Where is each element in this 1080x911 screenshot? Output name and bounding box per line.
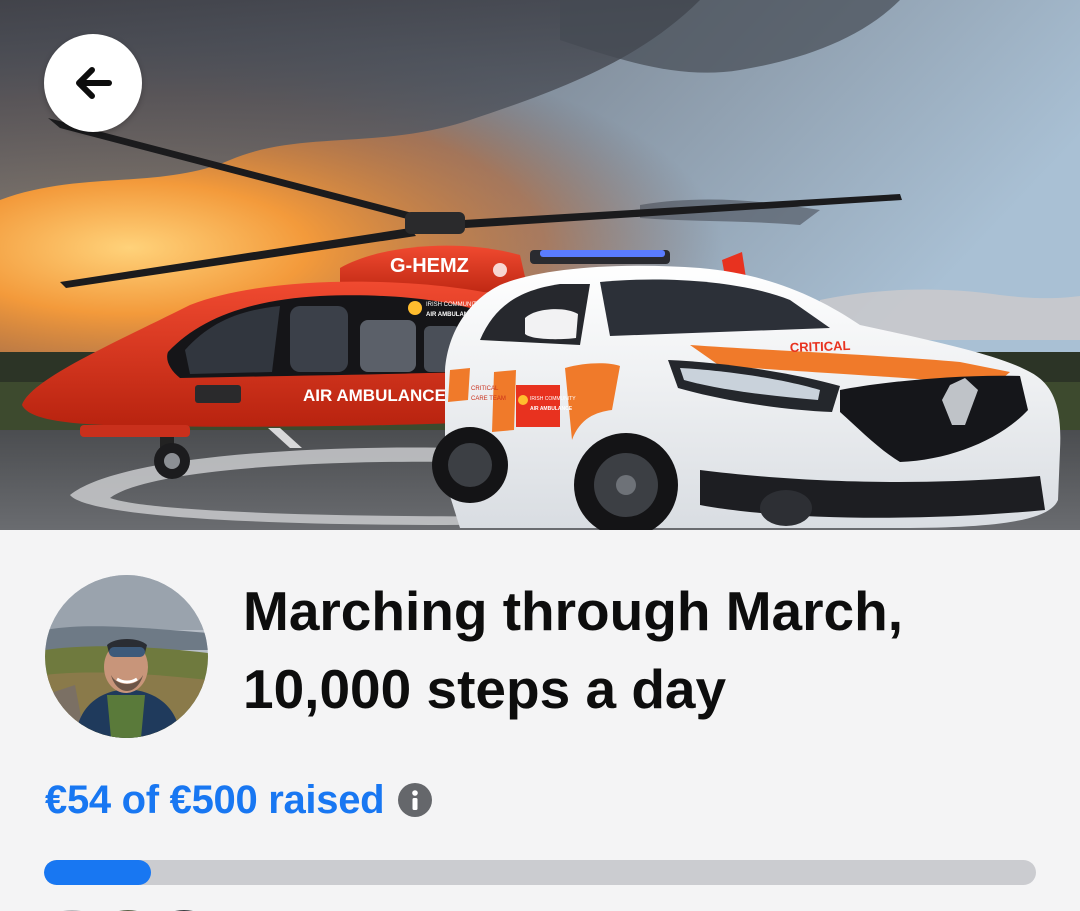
cover-photo: G-HEMZ IRISH COMMUNITY AIR AMBULANCE AIR… (0, 0, 1080, 530)
organiser-avatar[interactable] (45, 575, 208, 738)
car-bonnet-text: CRITICAL (790, 338, 851, 355)
car-badge-line1: IRISH COMMUNITY (530, 396, 576, 402)
info-icon[interactable] (398, 783, 433, 817)
car-door-line1: CRITICAL (471, 386, 499, 392)
fundraising-progress-bar (44, 860, 1036, 885)
donor-avatars (63, 910, 193, 911)
fundraising-progress-fill (44, 860, 152, 885)
back-button[interactable] (44, 34, 142, 132)
helicopter-side-text: AIR AMBULANCE (303, 386, 446, 405)
arrow-left-icon (76, 67, 112, 99)
car-door-line2: CARE TEAM (471, 396, 506, 402)
raised-amount-text: €54 of €500 raised (45, 777, 385, 822)
fundraiser-title: Marching through March, 10,000 steps a d… (243, 580, 903, 720)
car-badge-line2: AIR AMBULANCE (530, 406, 573, 412)
fundraiser-screen: G-HEMZ IRISH COMMUNITY AIR AMBULANCE AIR… (0, 0, 1080, 911)
raised-summary: €54 of €500 raised (45, 770, 433, 830)
helicopter-registration: G-HEMZ (390, 255, 469, 277)
